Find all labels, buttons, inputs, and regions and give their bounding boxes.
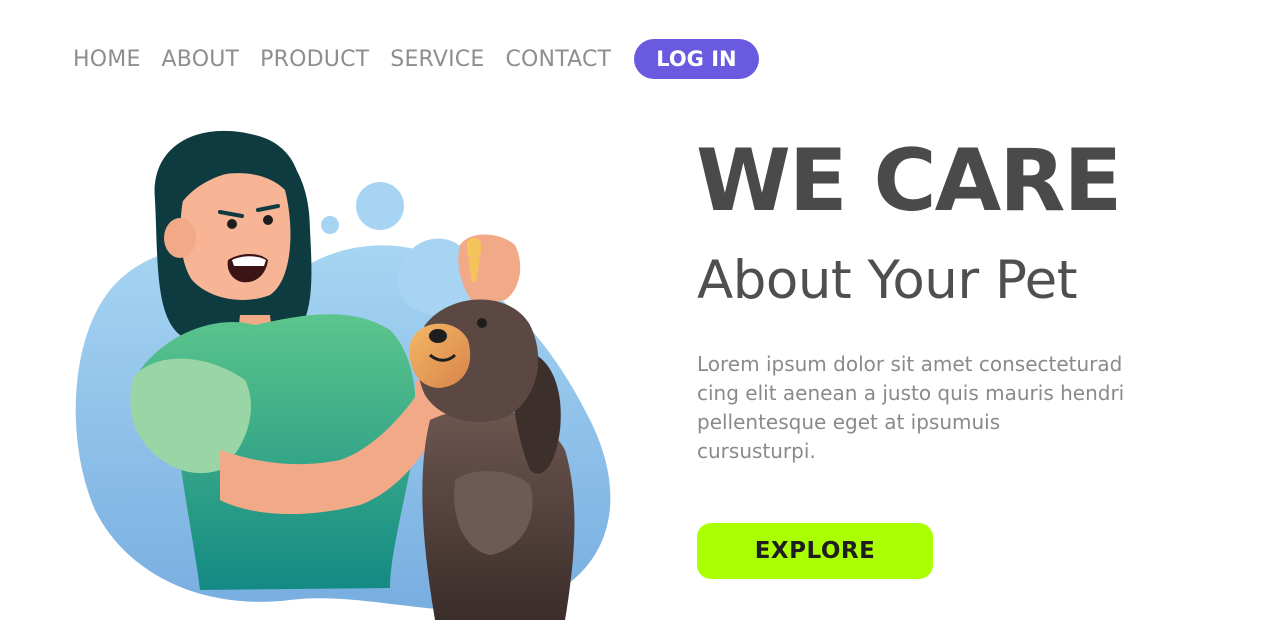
nav-home-link[interactable]: HOME	[73, 47, 141, 72]
dog-nose	[429, 329, 447, 343]
woman-face	[180, 173, 291, 300]
bubble-large	[356, 182, 404, 230]
login-button[interactable]: LOG IN	[634, 39, 759, 79]
description-line: cursusturpi.	[697, 439, 816, 463]
bubble-small	[321, 216, 339, 234]
vet-pet-illustration	[75, 130, 611, 620]
description-line: Lorem ipsum dolor sit amet consecteturad	[697, 352, 1123, 376]
hero-headline: WE CARE	[696, 131, 1122, 231]
nav-contact-link[interactable]: CONTACT	[505, 47, 611, 72]
description-line: pellentesque eget at ipsumuis	[697, 410, 1001, 434]
hero-description: Lorem ipsum dolor sit amet consecteturad…	[697, 350, 1237, 466]
nav-about-link[interactable]: ABOUT	[162, 47, 240, 72]
description-line: cing elit aenean a justo quis mauris hen…	[697, 381, 1125, 405]
explore-button[interactable]: EXPLORE	[697, 523, 933, 579]
main-nav: HOME ABOUT PRODUCT SERVICE CONTACT LOG I…	[73, 38, 759, 80]
woman-ear	[164, 218, 196, 258]
dropper-bulb	[467, 238, 481, 258]
nav-product-link[interactable]: PRODUCT	[260, 47, 369, 72]
nav-service-link[interactable]: SERVICE	[390, 47, 484, 72]
hero-subheadline: About Your Pet	[697, 250, 1078, 311]
